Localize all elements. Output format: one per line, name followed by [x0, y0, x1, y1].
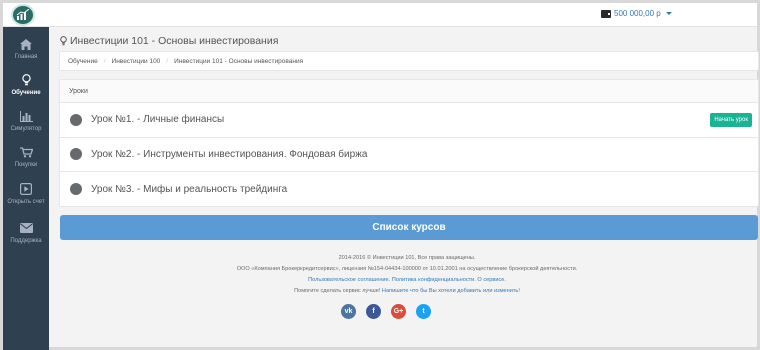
- sidebar-item-purchases[interactable]: Покупки: [3, 145, 49, 168]
- balance-value: 500 000,00 р: [614, 9, 661, 18]
- sidebar: Главная Обучение Симулятор Покупки Откры…: [3, 27, 49, 350]
- cart-icon: [19, 145, 33, 159]
- lesson-title[interactable]: Урок №1. - Личные финансы: [91, 114, 224, 125]
- sidebar-item-support[interactable]: Поддержка: [3, 221, 49, 244]
- lesson-title[interactable]: Урок №3. - Мифы и реальность трейдинга: [91, 184, 287, 195]
- wallet-icon: [601, 9, 611, 18]
- logo-chart-icon: [16, 9, 30, 20]
- sidebar-item-label: Покупки: [14, 162, 38, 168]
- breadcrumb-separator: /: [103, 57, 106, 65]
- balance-dropdown[interactable]: 500 000,00 р: [601, 9, 672, 18]
- breadcrumb-item[interactable]: Инвестиции 100: [112, 58, 161, 65]
- lesson-status-dot: [70, 183, 82, 196]
- privacy-policy-link[interactable]: Политика конфиденциальности.: [392, 277, 476, 283]
- breadcrumb-item[interactable]: Обучение: [68, 58, 98, 65]
- sidebar-item-simulator[interactable]: Симулятор: [3, 109, 49, 132]
- sidebar-item-label: Симулятор: [10, 126, 42, 132]
- lessons-panel: Уроки Урок №1. - Личные финансы Начать у…: [59, 79, 759, 207]
- home-icon: [20, 37, 32, 51]
- bar-chart-icon: [19, 109, 33, 123]
- lesson-row[interactable]: Урок №1. - Личные финансы Начать урок: [60, 103, 758, 138]
- play-square-icon: [20, 182, 32, 196]
- breadcrumb: Обучение / Инвестиции 100 / Инвестиции 1…: [59, 51, 759, 71]
- footer-license: ООО «Компания Брокеркредитсервис», лицен…: [236, 266, 578, 272]
- user-agreement-link[interactable]: Пользовательское соглашение.: [308, 277, 390, 283]
- twitter-icon[interactable]: t: [416, 304, 431, 319]
- envelope-icon: [19, 221, 33, 235]
- sidebar-item-label: Поддержка: [10, 238, 42, 244]
- sidebar-item-open-account[interactable]: Открыть счет: [3, 182, 49, 205]
- footer-copyright: 2014-2016 © Инвестиции 101, Все права за…: [338, 255, 476, 261]
- lessons-header: Уроки: [60, 80, 758, 103]
- google-plus-icon[interactable]: G+: [391, 304, 406, 319]
- sidebar-item-learning[interactable]: Обучение: [3, 73, 49, 96]
- lightbulb-icon: [60, 36, 67, 46]
- breadcrumb-separator: /: [166, 57, 169, 65]
- feedback-link[interactable]: Напишите что бы Вы хотели добавить или и…: [382, 288, 520, 294]
- logo[interactable]: [11, 4, 35, 26]
- top-bar: 500 000,00 р: [3, 3, 757, 27]
- sidebar-item-label: Обучение: [11, 90, 41, 96]
- start-lesson-button[interactable]: Начать урок: [710, 113, 752, 127]
- page-title-text: Инвестиции 101 - Основы инвестирования: [70, 35, 279, 47]
- social-links: vk f G+ t: [341, 304, 431, 319]
- lesson-row[interactable]: Урок №3. - Мифы и реальность трейдинга: [60, 172, 758, 207]
- chevron-down-icon: [665, 12, 672, 15]
- lightbulb-icon: [21, 73, 31, 87]
- footer-feedback: Помогите сделать сервис лучше! Напишите …: [57, 286, 757, 297]
- about-service-link[interactable]: О сервисе.: [477, 277, 505, 283]
- app-window: 500 000,00 р Главная Обучение Симулятор: [0, 0, 760, 350]
- lesson-title[interactable]: Урок №2. - Инструменты инвестирования. Ф…: [91, 149, 367, 160]
- lesson-status-dot: [70, 148, 82, 161]
- page-title: Инвестиции 101 - Основы инвестирования: [60, 35, 278, 47]
- sidebar-item-label: Главная: [14, 54, 38, 60]
- lesson-row[interactable]: Урок №2. - Инструменты инвестирования. Ф…: [60, 138, 758, 172]
- footer: 2014-2016 © Инвестиции 101, Все права за…: [57, 253, 757, 297]
- lesson-status-dot: [70, 113, 82, 126]
- sidebar-item-home[interactable]: Главная: [3, 37, 49, 60]
- feedback-text: Помогите сделать сервис лучше!: [294, 288, 381, 294]
- footer-links: Пользовательское соглашение. Политика ко…: [57, 275, 757, 286]
- course-list-button[interactable]: Список курсов: [60, 215, 758, 240]
- facebook-icon[interactable]: f: [366, 304, 381, 319]
- breadcrumb-item-current: Инвестиции 101 - Основы инвестирования: [174, 57, 304, 65]
- sidebar-item-label: Открыть счет: [7, 199, 45, 205]
- vk-icon[interactable]: vk: [341, 304, 356, 319]
